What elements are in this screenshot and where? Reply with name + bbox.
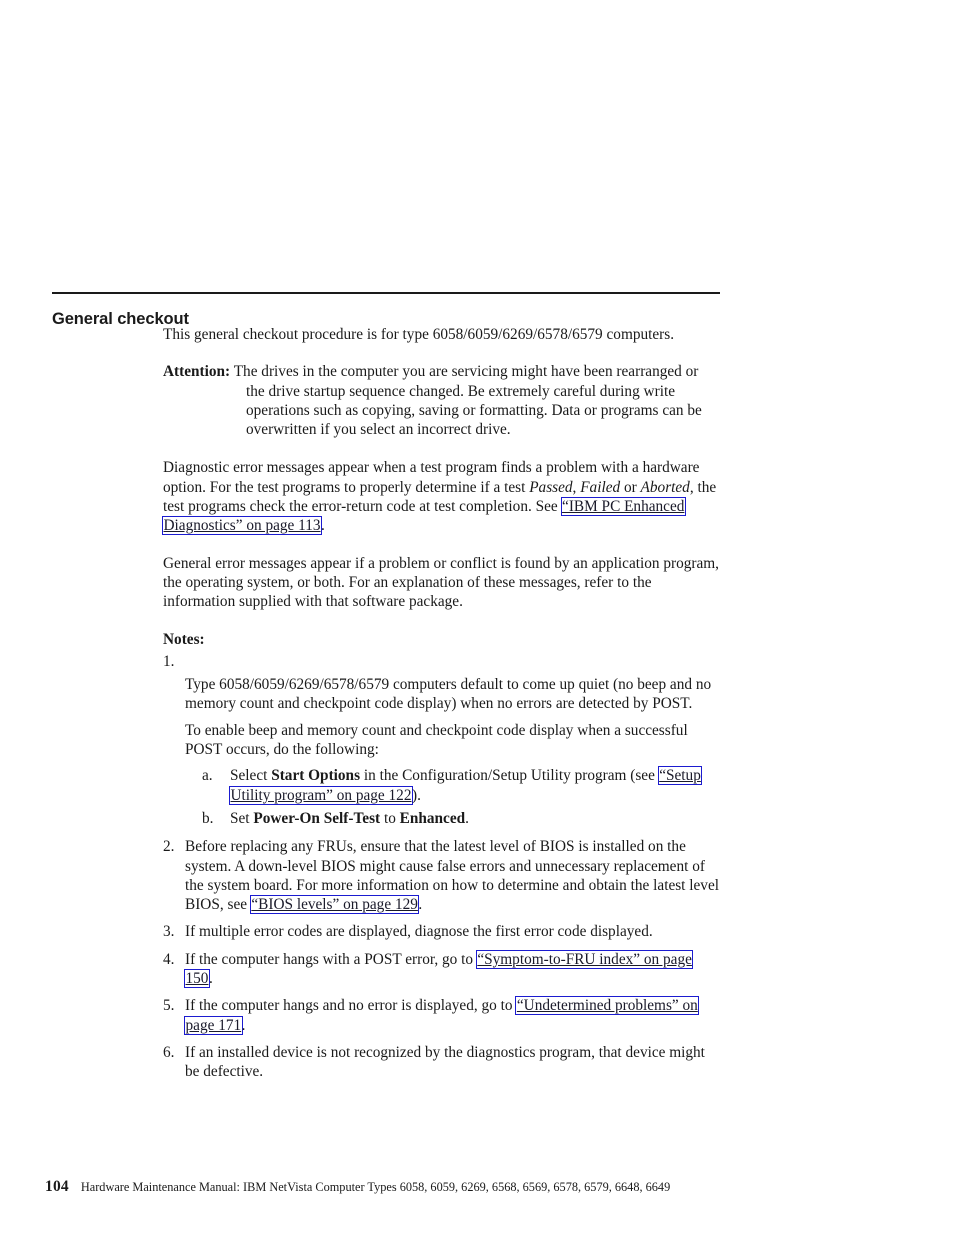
footer-page-number: 104: [45, 1178, 69, 1195]
sub-b-text-3: .: [465, 809, 469, 827]
diagnostic-paragraph: Diagnostic error messages appear when a …: [163, 458, 720, 535]
list-item-a: a. Select Start Options in the Configurat…: [202, 766, 720, 805]
list-item: 4. If the computer hangs with a POST erro…: [163, 950, 720, 989]
note-1-marker: 1.: [163, 652, 175, 670]
note-1-paragraph-2: To enable beep and memory count and chec…: [185, 721, 688, 759]
footer-title: Hardware Maintenance Manual: IBM NetVist…: [80, 1180, 671, 1194]
note-4-text-2: .: [208, 970, 213, 988]
note-6-text-1: If an installed device is not recognized…: [185, 1043, 705, 1081]
sub-b-bold-enhanced: Enhanced: [399, 809, 466, 827]
sub-a-bold-start-options: Start Options: [271, 767, 361, 785]
note-marker-3: 3.: [163, 923, 175, 941]
intro-paragraph: This general checkout procedure is for t…: [163, 326, 675, 343]
note-marker-6: 6.: [163, 1043, 175, 1061]
heading-rule: [52, 292, 720, 294]
note-5-text-2: .: [241, 1016, 246, 1034]
note-1-body: Type 6058/6059/6269/6578/6579 computers …: [185, 675, 720, 828]
list-item-b: b. Set Power-On Self-Test to Enhanced.: [202, 809, 720, 828]
list-item: 2. Before replacing any FRUs, ensure that…: [163, 837, 720, 914]
diagnostic-italic-failed: Failed: [580, 478, 621, 496]
attention-text: The drives in the computer you are servi…: [233, 363, 702, 439]
diagnostic-italic-aborted: Aborted: [640, 478, 690, 496]
note-5-text-1: If the computer hangs and no error is di…: [185, 997, 517, 1015]
diagnostic-text-5: .: [321, 517, 325, 535]
notes-label: Notes:: [163, 630, 205, 648]
note-4-text-1: If the computer hangs with a POST error,…: [185, 950, 477, 968]
sub-b-text-1: Set: [230, 809, 254, 827]
list-item: 3. If multiple error codes are displayed,…: [163, 922, 720, 941]
sub-a-text-2: in the Configuration/Setup Utility progr…: [360, 767, 659, 785]
note-1-sublist: a. Select Start Options in the Configurat…: [185, 766, 720, 828]
note-marker-5: 5.: [163, 997, 175, 1015]
list-item: 5. If the computer hangs and no error is …: [163, 996, 720, 1035]
sub-b-bold-power-on-self-test: Power-On Self-Test: [253, 809, 381, 827]
diagnostic-text-3: or: [620, 478, 641, 496]
note-3-text-1: If multiple error codes are displayed, d…: [185, 923, 653, 941]
general-error-paragraph: General error messages appear if a probl…: [163, 554, 720, 611]
document-page: General checkout This general checkout p…: [0, 0, 954, 1235]
note-1-paragraph-1: Type 6058/6059/6269/6578/6579 computers …: [185, 676, 712, 713]
sub-a-text-1: Select: [230, 767, 272, 785]
notes-list: 2. Before replacing any FRUs, ensure that…: [163, 837, 720, 1081]
attention-label: Attention:: [163, 363, 231, 381]
sub-b-text-2: to: [380, 809, 400, 827]
note-marker-2: 2.: [163, 838, 175, 856]
link-bios-levels[interactable]: “BIOS levels” on page 129: [251, 896, 419, 913]
diagnostic-italic-passed: Passed: [529, 478, 573, 496]
list-item: 6. If an installed device is not recogniz…: [163, 1043, 720, 1082]
sub-marker-a: a.: [202, 767, 213, 785]
body-column: This general checkout procedure is for t…: [163, 325, 720, 1082]
note-marker-4: 4.: [163, 950, 175, 968]
note-2-text-2: .: [418, 896, 423, 914]
attention-block: Attention: The drives in the computer yo…: [163, 362, 720, 439]
sub-marker-b: b.: [202, 809, 214, 827]
sub-a-text-3: ).: [411, 786, 421, 804]
page-footer: 104 Hardware Maintenance Manual: IBM NetV…: [45, 1177, 745, 1197]
